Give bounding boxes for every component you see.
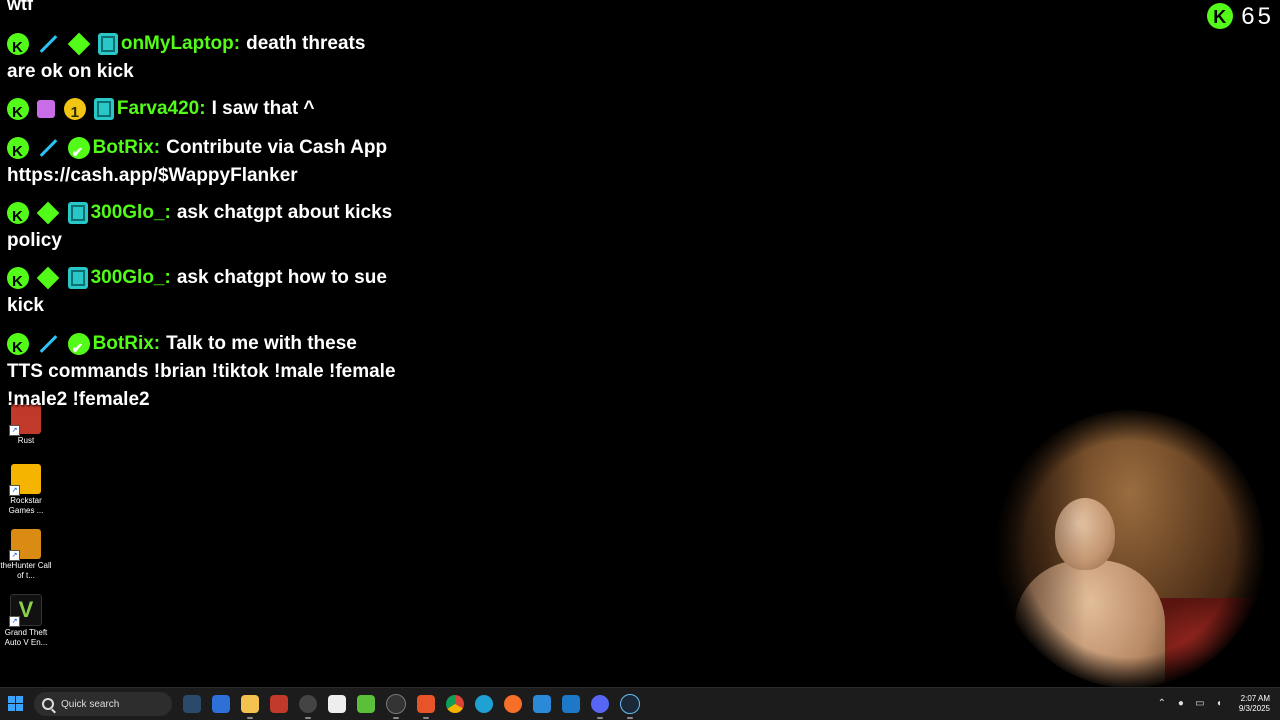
search-placeholder: Quick search [61, 698, 120, 710]
desktop-icon-thehunter[interactable]: ↗ theHunter Call of t... [0, 529, 52, 581]
diamond-badge-icon [67, 32, 90, 56]
kick-badge-icon [7, 136, 29, 166]
subscriber-badge-icon [67, 201, 88, 224]
kick-badge-icon [7, 201, 29, 231]
edge-icon[interactable] [475, 695, 493, 713]
chat-username[interactable]: 300Glo_ [91, 267, 165, 288]
news-icon[interactable] [270, 695, 288, 713]
chat-username[interactable]: BotRix [93, 137, 154, 158]
gamebar-icon[interactable] [533, 695, 551, 713]
system-tray: ⌃ ● ▭ ◖ 2:07 AM 9/3/2025 [1157, 688, 1270, 720]
chat-message: BotRix:Contribute via Cash App https://c… [7, 134, 397, 190]
chat-username[interactable]: Farva420 [117, 98, 199, 119]
viewer-count-value: 65 [1241, 3, 1274, 30]
gta5-icon: V ↗ [9, 594, 42, 627]
network-icon[interactable]: ▭ [1195, 699, 1205, 709]
desktop-icon-gta5[interactable]: V ↗ Grand Theft Auto V En... [0, 594, 52, 648]
sword-badge-icon [37, 333, 59, 355]
viewer-count: 65 [1207, 2, 1274, 32]
shortcut-arrow-icon: ↗ [9, 485, 20, 496]
microphone-icon[interactable]: ● [1176, 699, 1186, 709]
chat-message: BotRix:Talk to me with these TTS command… [7, 330, 397, 414]
subscriber-badge-icon [93, 97, 114, 120]
firefox-icon[interactable] [504, 695, 522, 713]
badge-group [7, 32, 121, 62]
obs-icon[interactable] [386, 694, 406, 719]
brave-icon[interactable] [417, 695, 435, 719]
vscode-icon[interactable] [562, 695, 580, 713]
shortcut-arrow-icon: ↗ [9, 616, 20, 627]
sword-badge-icon [37, 137, 59, 159]
search-icon [42, 698, 54, 710]
desktop-icon-rockstar[interactable]: ↗ Rockstar Games ... [0, 464, 52, 516]
vpn-icon[interactable] [357, 695, 375, 713]
desktop-icon-label: Grand Theft Auto V En... [4, 628, 48, 647]
desktop-icon-label: Rockstar Games ... [8, 496, 44, 515]
kick-badge-icon [7, 97, 29, 127]
capcut-icon[interactable] [328, 695, 346, 713]
rockstar-games-icon: ↗ [9, 464, 41, 496]
kick-badge-icon [7, 332, 29, 362]
desktop-screen: ↗ Rust ↗ Rockstar Games ... ↗ theHunter … [0, 0, 1280, 720]
verified-badge-icon [67, 136, 90, 166]
verified-badge-icon [67, 332, 90, 362]
badge-group [7, 136, 93, 166]
badge-group [7, 201, 91, 231]
widgets-icon[interactable] [183, 695, 201, 713]
desktop-icon-label: Rust [17, 436, 35, 445]
chat-username[interactable]: BotRix [93, 333, 154, 354]
kick-logo-icon [1207, 2, 1234, 32]
badge-group [7, 266, 91, 296]
steam-icon[interactable] [620, 694, 640, 719]
shortcut-arrow-icon: ↗ [9, 550, 20, 561]
chat-text: I saw that ^ [211, 98, 315, 119]
chat-message: onMyLaptop:death threats are ok on kick [7, 30, 397, 86]
chrome-icon[interactable] [446, 695, 464, 713]
chat-username[interactable]: 300Glo_ [91, 202, 165, 223]
desktop-icon-label: theHunter Call of t... [0, 561, 52, 580]
chat-message: Farva420:I saw that ^ [7, 95, 397, 127]
chat-message: 300Glo_:ask chatgpt how to sue kick [7, 264, 397, 320]
thehunter-icon: ↗ [9, 529, 41, 561]
gift-badge-icon [37, 99, 56, 118]
start-button[interactable] [8, 696, 24, 712]
badge-group [7, 97, 117, 127]
badge-group [7, 332, 93, 362]
one-month-badge-icon [63, 97, 86, 127]
chat-message: 300Glo_:ask chatgpt about kicks policy [7, 199, 397, 255]
chat-fragment: wtf [7, 0, 33, 14]
subscriber-badge-icon [67, 266, 88, 289]
file-explorer-icon[interactable] [241, 695, 259, 719]
webcam-overlay [995, 410, 1265, 688]
diamond-badge-icon [36, 266, 60, 290]
subscriber-badge-icon [97, 32, 118, 55]
chat-username[interactable]: onMyLaptop [121, 33, 234, 54]
diamond-badge-icon [36, 201, 60, 225]
clock-app-icon[interactable] [299, 695, 317, 719]
taskbar: Quick search ⌃ ● ▭ ◖ 2:07 AM 9/3/2025 [0, 687, 1280, 720]
shortcut-arrow-icon: ↗ [9, 425, 20, 436]
clock-time: 2:07 AM [1240, 694, 1270, 703]
clock-date: 9/3/2025 [1238, 704, 1270, 713]
sword-badge-icon [37, 33, 59, 55]
discord-icon[interactable] [591, 695, 609, 719]
taskbar-search[interactable]: Quick search [34, 692, 172, 716]
store-icon[interactable] [212, 695, 230, 713]
kick-badge-icon [7, 32, 29, 62]
chevron-up-icon[interactable]: ⌃ [1157, 699, 1167, 709]
taskbar-clock[interactable]: 2:07 AM 9/3/2025 [1239, 694, 1270, 714]
volume-icon[interactable]: ◖ [1214, 699, 1224, 709]
kick-badge-icon [7, 266, 29, 296]
